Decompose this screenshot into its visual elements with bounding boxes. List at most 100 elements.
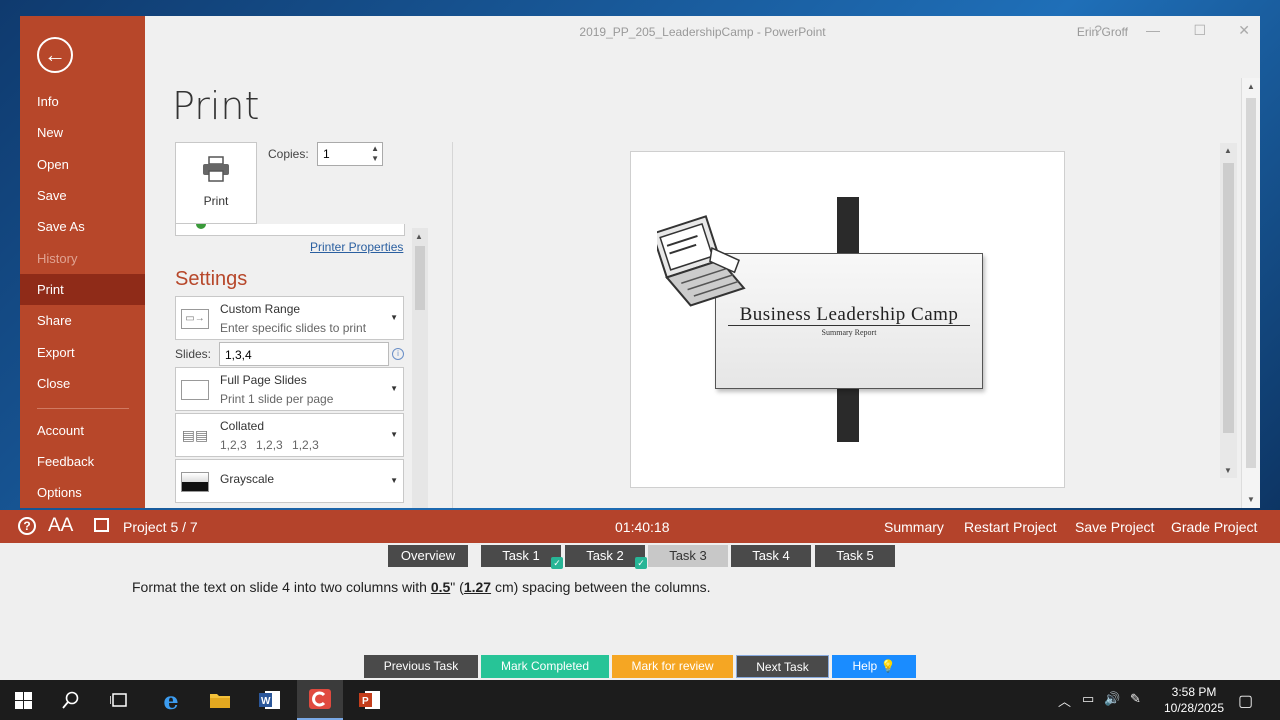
close-icon[interactable]: ✕ [1238, 22, 1250, 39]
minimize-icon[interactable]: — [1146, 22, 1160, 38]
nav-print[interactable]: Print [20, 274, 145, 305]
scroll-down-icon[interactable]: ▼ [1247, 495, 1255, 504]
exam-app-icon[interactable] [297, 680, 343, 720]
range-subtitle: Enter specific slides to print [220, 321, 367, 335]
print-range-dropdown[interactable]: ▭→ Custom Range Enter specific slides to… [175, 296, 404, 340]
chevron-up-icon[interactable]: ︿ [1058, 691, 1071, 710]
scroll-up-icon[interactable]: ▲ [1247, 82, 1255, 91]
system-clock[interactable]: 3:58 PM 10/28/2025 [1158, 684, 1230, 716]
volume-icon[interactable]: 🔊 [1104, 691, 1120, 707]
scroll-up-icon[interactable]: ▲ [1224, 146, 1232, 155]
nav-close[interactable]: Close [20, 368, 145, 399]
bottom-bar-shape [837, 382, 859, 442]
user-name[interactable]: Erin Groff [1077, 25, 1128, 39]
chevron-down-icon: ▼ [390, 384, 398, 393]
slides-input[interactable]: 1,3,4 [219, 342, 389, 366]
svg-text:W: W [261, 696, 271, 707]
nav-save[interactable]: Save [20, 180, 145, 211]
scroll-thumb[interactable] [1223, 163, 1234, 433]
preview-scrollbar[interactable]: ▲ ▼ [1220, 143, 1237, 478]
slide-title: Business Leadership Camp [739, 304, 959, 325]
collation-title: Collated [220, 419, 265, 433]
network-icon[interactable]: ▭ [1082, 691, 1094, 707]
scroll-thumb[interactable] [415, 246, 425, 310]
nav-options[interactable]: Options [20, 477, 145, 508]
tab-task-2[interactable]: Task 2 ✓ [565, 545, 647, 569]
edge-icon[interactable]: e [148, 680, 194, 720]
chevron-down-icon: ▼ [390, 313, 398, 322]
powerpoint-window: ← Info New Open Save Save As History Pri… [20, 16, 1260, 508]
notification-icon[interactable]: ▢ [1238, 691, 1253, 711]
info-icon[interactable]: i [392, 348, 404, 360]
tab-overview[interactable]: Overview [388, 545, 468, 567]
collation-subtitle: 1,2,3 1,2,3 1,2,3 [220, 438, 319, 452]
search-icon[interactable] [48, 680, 94, 720]
task-text-part: cm) spacing between the columns. [491, 579, 711, 595]
backstage-nav: ← Info New Open Save Save As History Pri… [20, 16, 145, 508]
maximize-icon[interactable]: ☐ [1193, 22, 1206, 39]
nav-new[interactable]: New [20, 117, 145, 148]
printer-properties-link[interactable]: Printer Properties [310, 240, 403, 254]
font-size-icon[interactable]: AA [48, 515, 73, 537]
tab-task-4[interactable]: Task 4 [731, 545, 811, 567]
back-arrow-icon[interactable]: ← [37, 37, 73, 73]
scroll-thumb[interactable] [1246, 98, 1256, 468]
mark-for-review-button[interactable]: Mark for review [612, 655, 733, 678]
print-button[interactable]: Print [175, 142, 257, 224]
previous-task-button[interactable]: Previous Task [364, 655, 478, 678]
nav-share[interactable]: Share [20, 305, 145, 336]
tab-label: Task 1 [502, 548, 540, 563]
printer-dropdown[interactable] [175, 224, 405, 236]
scroll-down-icon[interactable]: ▼ [1224, 466, 1232, 475]
copies-stepper[interactable]: 1 ▲ ▼ [317, 142, 383, 166]
windows-icon[interactable] [0, 680, 46, 720]
grayscale-icon [181, 472, 209, 492]
settings-scrollbar[interactable]: ▲ [412, 228, 428, 508]
restart-project-link[interactable]: Restart Project [964, 519, 1057, 535]
spin-arrows-icon[interactable]: ▲ ▼ [371, 144, 379, 164]
nav-feedback[interactable]: Feedback [20, 446, 145, 477]
tab-task-3[interactable]: Task 3 [648, 545, 728, 567]
grade-project-link[interactable]: Grade Project [1171, 519, 1257, 535]
full-page-slides-icon [181, 380, 209, 400]
summary-link[interactable]: Summary [884, 519, 944, 535]
nav-export[interactable]: Export [20, 337, 145, 368]
file-explorer-icon[interactable] [197, 680, 243, 720]
print-button-label: Print [203, 194, 229, 208]
nav-open[interactable]: Open [20, 149, 145, 180]
copies-label: Copies: [268, 147, 309, 161]
pen-icon[interactable]: ✎ [1130, 691, 1141, 707]
word-icon[interactable]: W [247, 680, 293, 720]
mark-completed-button[interactable]: Mark Completed [481, 655, 609, 678]
tab-task-5[interactable]: Task 5 [815, 545, 895, 567]
color-dropdown[interactable]: Grayscale ▼ [175, 459, 404, 503]
check-icon: ✓ [551, 557, 563, 569]
project-counter: Project 5 / 7 [123, 519, 198, 535]
powerpoint-icon[interactable]: P [347, 680, 393, 720]
help-icon[interactable]: ? [18, 517, 36, 535]
save-project-link[interactable]: Save Project [1075, 519, 1154, 535]
nav-info[interactable]: Info [20, 86, 145, 117]
layout-title: Full Page Slides [220, 373, 307, 387]
tab-task-1[interactable]: Task 1 ✓ [481, 545, 563, 569]
collation-dropdown[interactable]: ▤▤ Collated 1,2,3 1,2,3 1,2,3 ▼ [175, 413, 404, 457]
print-preview: Business Leadership Camp Summary Report [630, 151, 1065, 488]
range-title: Custom Range [220, 302, 301, 316]
exam-panel: Overview Task 1 ✓ Task 2 ✓ Task 3 Task 4 T… [0, 543, 1280, 680]
task-value-cm: 1.27 [463, 579, 492, 595]
nav-account[interactable]: Account [20, 415, 145, 446]
clock-time: 3:58 PM [1171, 685, 1217, 699]
nav-save-as[interactable]: Save As [20, 211, 145, 242]
scroll-up-icon[interactable]: ▲ [415, 232, 423, 241]
layout-subtitle: Print 1 slide per page [220, 392, 334, 406]
help-icon[interactable]: ? [1094, 22, 1102, 38]
color-title: Grayscale [220, 472, 275, 486]
task-view-icon[interactable] [96, 680, 142, 720]
window-scrollbar[interactable]: ▲ ▼ [1241, 78, 1260, 508]
custom-range-icon: ▭→ [181, 309, 209, 329]
layout-dropdown[interactable]: Full Page Slides Print 1 slide per page … [175, 367, 404, 411]
window-toggle-icon[interactable] [94, 518, 109, 532]
panel-divider [452, 142, 453, 508]
next-task-button[interactable]: Next Task [736, 655, 829, 678]
help-button[interactable]: Help 💡 [832, 655, 916, 678]
